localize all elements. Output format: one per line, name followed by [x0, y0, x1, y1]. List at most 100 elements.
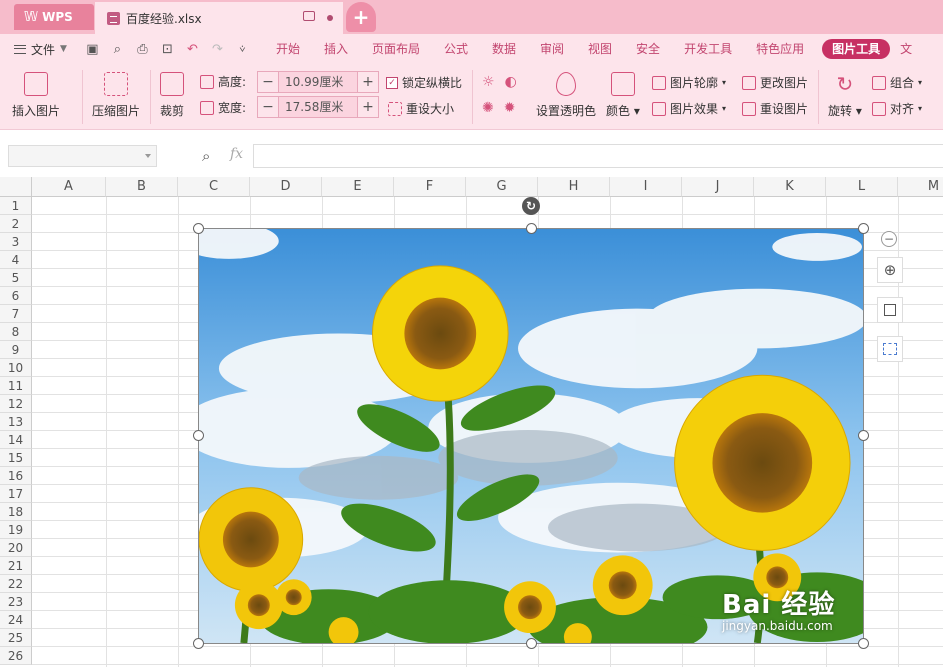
row-header[interactable]: 25	[0, 629, 32, 647]
resize-handle-bottom-left[interactable]	[193, 638, 204, 649]
resize-handle-bottom-right[interactable]	[858, 638, 869, 649]
print-icon[interactable]: ⎙	[135, 42, 150, 57]
row-header[interactable]: 26	[0, 647, 32, 665]
row-header[interactable]: 20	[0, 539, 32, 557]
reset-size-button[interactable]: 重设大小	[388, 100, 454, 117]
column-header[interactable]: J	[682, 177, 754, 197]
row-header[interactable]: 19	[0, 521, 32, 539]
column-header[interactable]: E	[322, 177, 394, 197]
row-header[interactable]: 12	[0, 395, 32, 413]
menu-item-data[interactable]: 数据	[480, 34, 528, 64]
menu-item-overflow[interactable]: 文	[896, 34, 916, 64]
width-value[interactable]: 17.58厘米	[278, 97, 358, 117]
crop-picture-button[interactable]	[877, 297, 903, 323]
height-value[interactable]: 10.99厘米	[278, 72, 358, 92]
format-painter-icon[interactable]: ⌕	[110, 42, 125, 57]
column-header[interactable]: H	[538, 177, 610, 197]
decrease-contrast-icon[interactable]: ✹	[504, 100, 516, 116]
inserted-picture[interactable]	[198, 228, 864, 644]
resize-handle-right[interactable]	[858, 430, 869, 441]
picture-tools-button[interactable]	[877, 336, 903, 362]
rotate-button[interactable]: ↻ 旋转 ▾	[828, 72, 862, 119]
row-header[interactable]: 9	[0, 341, 32, 359]
customize-toolbar-icon[interactable]: ⩒	[235, 44, 250, 55]
row-header[interactable]: 5	[0, 269, 32, 287]
name-box[interactable]	[8, 145, 157, 167]
print-preview-icon[interactable]: ⊡	[160, 42, 175, 57]
column-header[interactable]: M	[898, 177, 943, 197]
resize-handle-top-right[interactable]	[858, 223, 869, 234]
fx-icon[interactable]: fx	[230, 146, 243, 162]
row-header[interactable]: 16	[0, 467, 32, 485]
column-header[interactable]: D	[250, 177, 322, 197]
row-header[interactable]: 8	[0, 323, 32, 341]
wps-home-tab[interactable]: 𝕎 WPS	[14, 4, 94, 30]
increase-contrast-icon[interactable]: ✺	[482, 100, 494, 116]
row-header[interactable]: 15	[0, 449, 32, 467]
height-stepper[interactable]: − 10.99厘米 +	[257, 71, 379, 93]
decrease-brightness-icon[interactable]: ◐	[505, 74, 517, 90]
lock-ratio-checkbox[interactable]: ✓ 锁定纵横比	[386, 74, 462, 91]
rotate-handle-icon[interactable]: ↻	[522, 197, 540, 215]
column-header[interactable]: A	[32, 177, 106, 197]
menu-item-formulas[interactable]: 公式	[432, 34, 480, 64]
height-decrease-button[interactable]: −	[258, 72, 278, 92]
insert-picture-button[interactable]: 插入图片	[12, 72, 60, 119]
select-all-corner[interactable]	[0, 177, 32, 197]
undo-icon[interactable]: ↶	[185, 42, 200, 57]
crop-button[interactable]: 裁剪	[160, 72, 184, 119]
column-header[interactable]: G	[466, 177, 538, 197]
width-stepper[interactable]: − 17.58厘米 +	[257, 96, 379, 118]
column-header[interactable]: F	[394, 177, 466, 197]
group-button[interactable]: 组合 ▾	[872, 74, 922, 91]
row-header[interactable]: 23	[0, 593, 32, 611]
menu-item-special[interactable]: 特色应用	[744, 34, 816, 64]
column-header[interactable]: L	[826, 177, 898, 197]
color-button[interactable]: 颜色 ▾	[606, 72, 640, 119]
picture-effect-button[interactable]: 图片效果 ▾	[652, 100, 726, 117]
picture-outline-button[interactable]: 图片轮廓 ▾	[652, 74, 726, 91]
menu-item-insert[interactable]: 插入	[312, 34, 360, 64]
row-header[interactable]: 7	[0, 305, 32, 323]
width-increase-button[interactable]: +	[358, 97, 378, 117]
row-header[interactable]: 17	[0, 485, 32, 503]
row-header[interactable]: 11	[0, 377, 32, 395]
row-header[interactable]: 4	[0, 251, 32, 269]
resize-handle-top[interactable]	[526, 223, 537, 234]
row-header[interactable]: 18	[0, 503, 32, 521]
row-header[interactable]: 24	[0, 611, 32, 629]
row-header[interactable]: 22	[0, 575, 32, 593]
formula-input[interactable]	[253, 144, 943, 168]
increase-brightness-icon[interactable]: ☼	[482, 74, 495, 90]
resize-handle-top-left[interactable]	[193, 223, 204, 234]
zoom-search-icon[interactable]: ⌕	[202, 147, 210, 165]
menu-item-home[interactable]: 开始	[264, 34, 312, 64]
resize-handle-left[interactable]	[193, 430, 204, 441]
row-header[interactable]: 14	[0, 431, 32, 449]
row-header[interactable]: 2	[0, 215, 32, 233]
set-transparent-button[interactable]: 设置透明色	[536, 72, 596, 119]
column-header[interactable]: C	[178, 177, 250, 197]
row-header[interactable]: 21	[0, 557, 32, 575]
resize-handle-bottom[interactable]	[526, 638, 537, 649]
document-tab[interactable]: 百度经验.xlsx	[95, 2, 343, 34]
column-header[interactable]: K	[754, 177, 826, 197]
menu-item-page-layout[interactable]: 页面布局	[360, 34, 432, 64]
column-header[interactable]: I	[610, 177, 682, 197]
reset-picture-button[interactable]: 重设图片	[742, 100, 808, 117]
menu-item-developer[interactable]: 开发工具	[672, 34, 744, 64]
row-header[interactable]: 13	[0, 413, 32, 431]
row-header[interactable]: 6	[0, 287, 32, 305]
align-button[interactable]: 对齐 ▾	[872, 100, 922, 117]
new-tab-button[interactable]: +	[346, 2, 376, 32]
redo-icon[interactable]: ↷	[210, 42, 225, 57]
zoom-picture-button[interactable]: ⊕	[877, 257, 903, 283]
menu-item-review[interactable]: 审阅	[528, 34, 576, 64]
menu-item-view[interactable]: 视图	[576, 34, 624, 64]
compress-picture-button[interactable]: 压缩图片	[92, 72, 140, 119]
height-increase-button[interactable]: +	[358, 72, 378, 92]
row-header[interactable]: 10	[0, 359, 32, 377]
change-picture-button[interactable]: 更改图片	[742, 74, 808, 91]
screen-icon[interactable]	[303, 11, 315, 21]
width-decrease-button[interactable]: −	[258, 97, 278, 117]
